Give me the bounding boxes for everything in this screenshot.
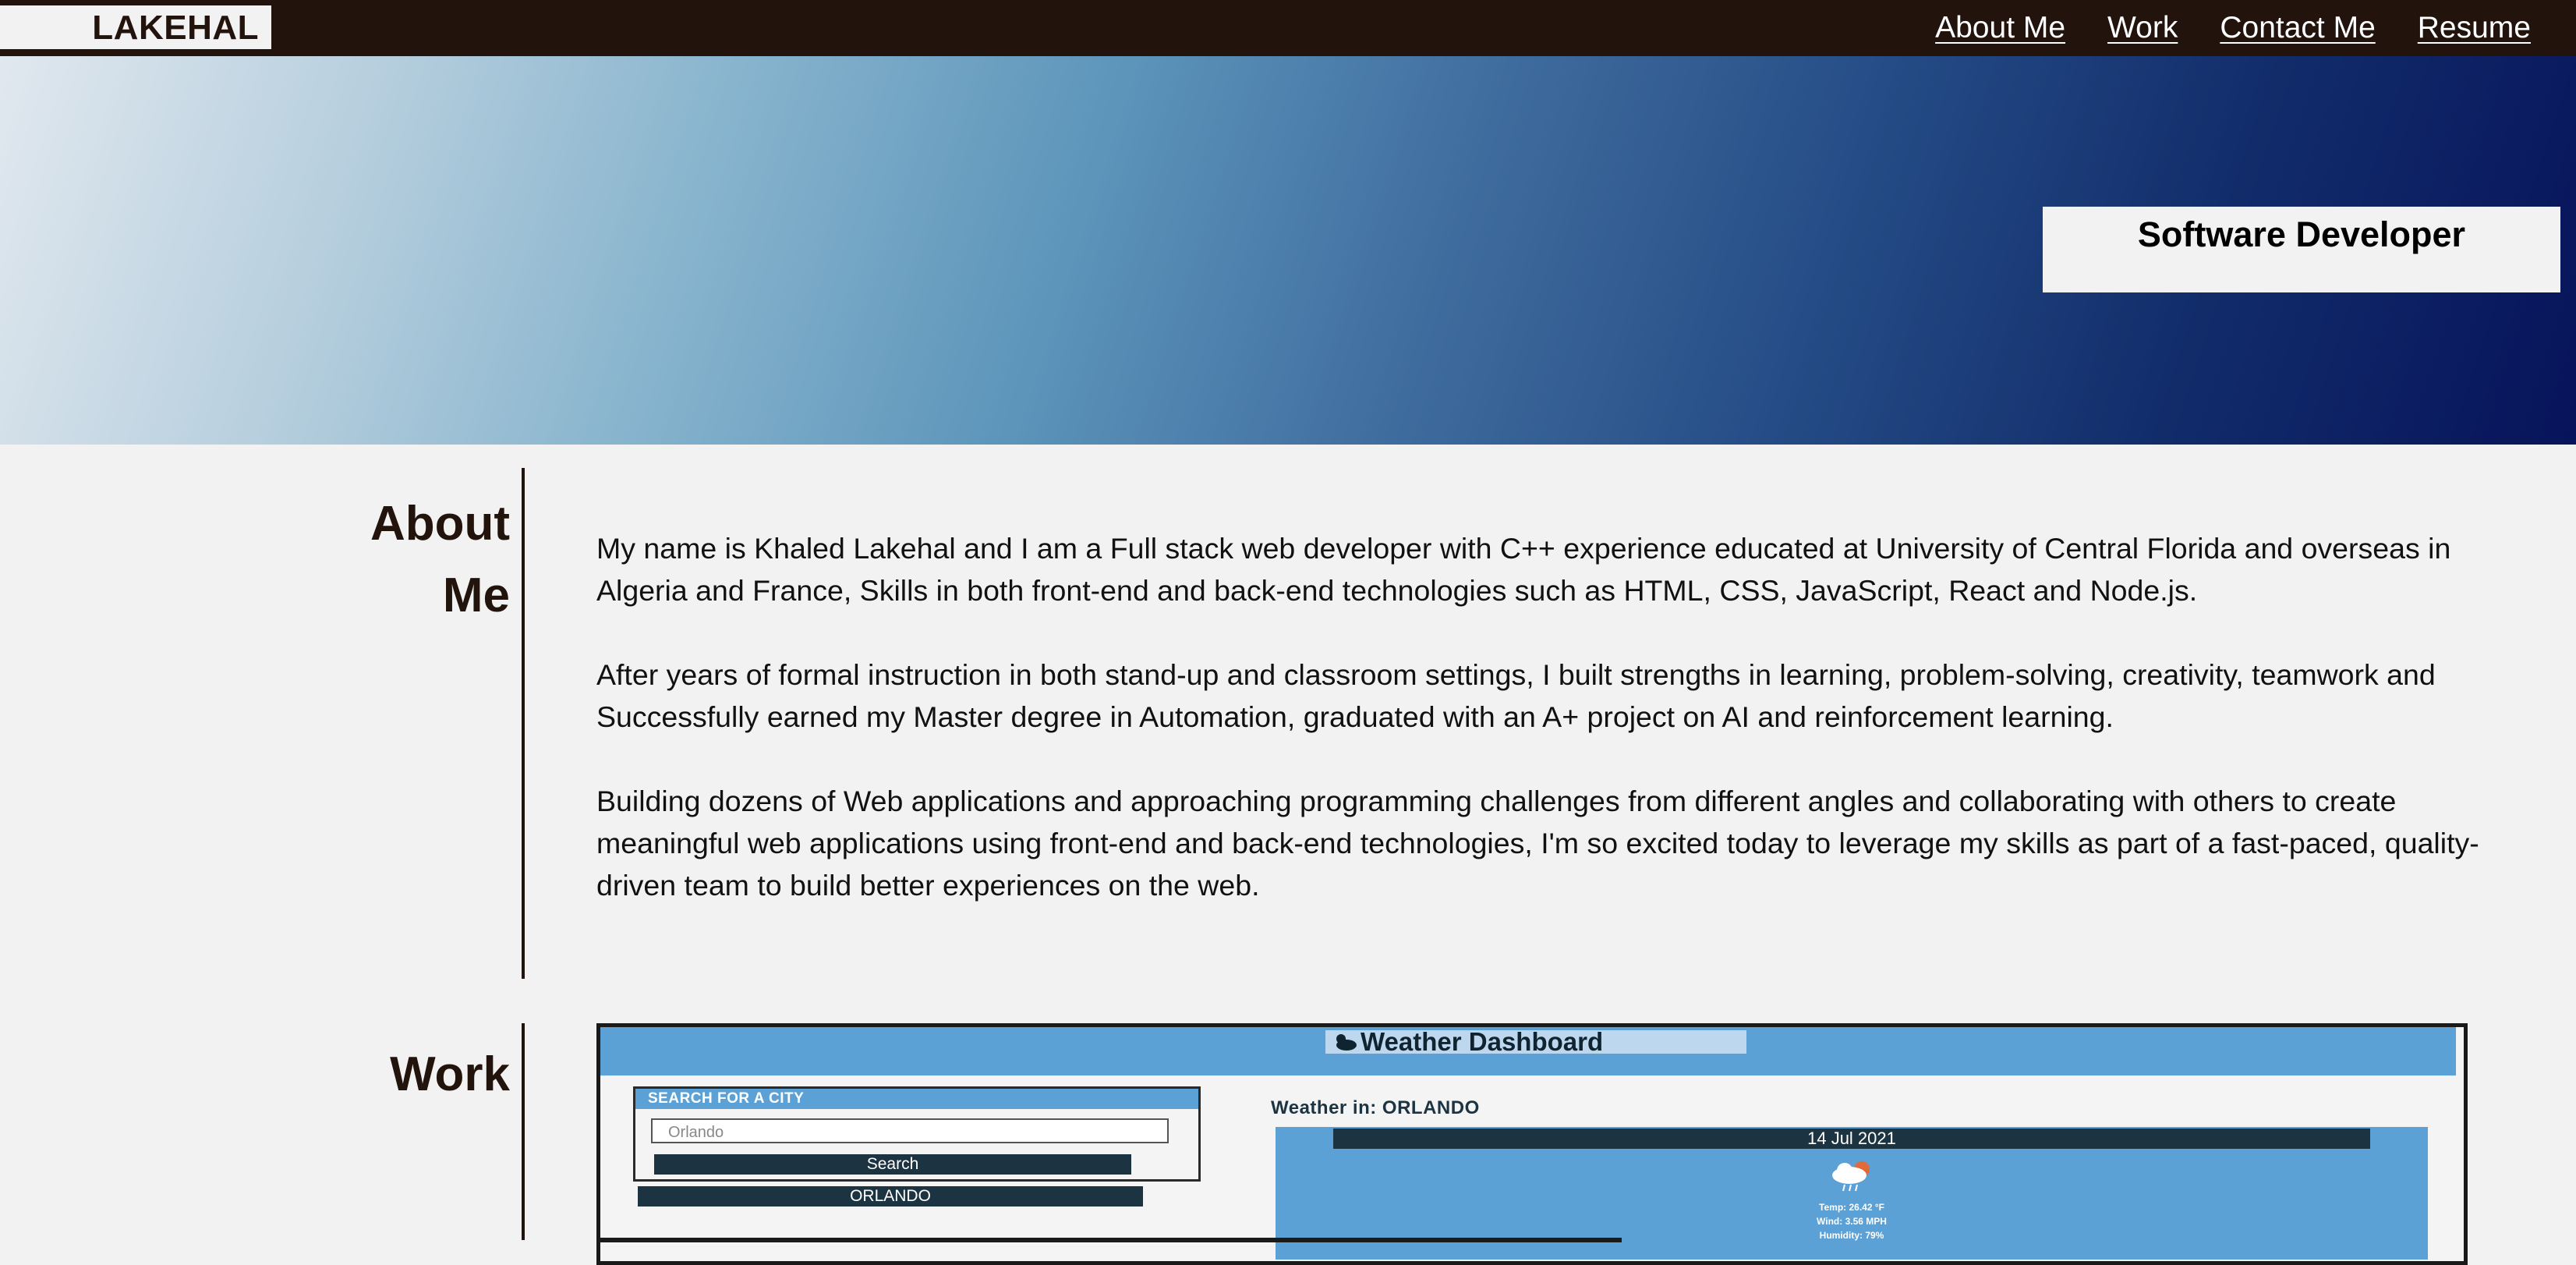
city-search-header: SEARCH FOR A CITY — [635, 1089, 1198, 1109]
forecast-temp: Temp: 26.42 °F — [1819, 1202, 1884, 1213]
city-search-panel: SEARCH FOR A CITY Orlando Search — [633, 1086, 1201, 1182]
about-paragraph: My name is Khaled Lakehal and I am a Ful… — [596, 532, 2451, 607]
city-search-label: SEARCH FOR A CITY — [648, 1090, 805, 1107]
nav-link-contact-me[interactable]: Contact Me — [2220, 11, 2375, 45]
sun-cloud-icon — [1336, 1034, 1357, 1051]
dashboard-bottom-bar — [600, 1238, 1622, 1242]
city-search-input: Orlando — [651, 1118, 1169, 1143]
work-section: Work Weather Dashboard SEARCH FOR A CITY… — [0, 1023, 2576, 1265]
about-section: About Me My name is Khaled Lakehal and I… — [0, 468, 2576, 979]
weather-location-label: Weather in: ORLANDO — [1271, 1097, 1480, 1118]
logo-text[interactable]: LAKEHAL — [92, 9, 259, 48]
about-paragraph: After years of formal instruction in bot… — [596, 658, 2436, 733]
dashboard-header: Weather Dashboard — [600, 1027, 2456, 1075]
search-history-item: ORLANDO — [638, 1186, 1143, 1207]
hero-title-card: Software Developer — [2043, 207, 2560, 292]
top-nav-bar: LAKEHAL About Me Work Contact Me Resume — [0, 0, 2576, 56]
about-paragraph: Building dozens of Web applications and … — [596, 785, 2479, 902]
project-card-weather-dashboard[interactable]: Weather Dashboard SEARCH FOR A CITY Orla… — [596, 1023, 2468, 1265]
about-body: My name is Khaled Lakehal and I am a Ful… — [596, 527, 2499, 948]
main-nav: About Me Work Contact Me Resume — [1935, 0, 2531, 56]
about-divider — [522, 468, 525, 979]
about-heading: About Me — [354, 488, 510, 632]
work-divider — [522, 1023, 525, 1240]
hero-banner: Software Developer — [0, 56, 2576, 445]
nav-link-about-me[interactable]: About Me — [1935, 11, 2065, 45]
logo[interactable]: LAKEHAL — [0, 5, 271, 49]
hero-title: Software Developer — [2137, 214, 2466, 254]
about-heading-line1: About — [370, 497, 510, 551]
nav-link-work[interactable]: Work — [2107, 11, 2178, 45]
forecast-date: 14 Jul 2021 — [1333, 1129, 2370, 1149]
city-search-button: Search — [654, 1154, 1131, 1175]
work-heading: Work — [390, 1047, 510, 1101]
nav-link-resume[interactable]: Resume — [2418, 11, 2531, 45]
rain-cloud-icon — [1832, 1161, 1870, 1192]
forecast-wind: Wind: 3.56 MPH — [1817, 1216, 1887, 1227]
about-heading-line2: Me — [442, 569, 510, 622]
dashboard-title: Weather Dashboard — [1361, 1027, 1604, 1056]
